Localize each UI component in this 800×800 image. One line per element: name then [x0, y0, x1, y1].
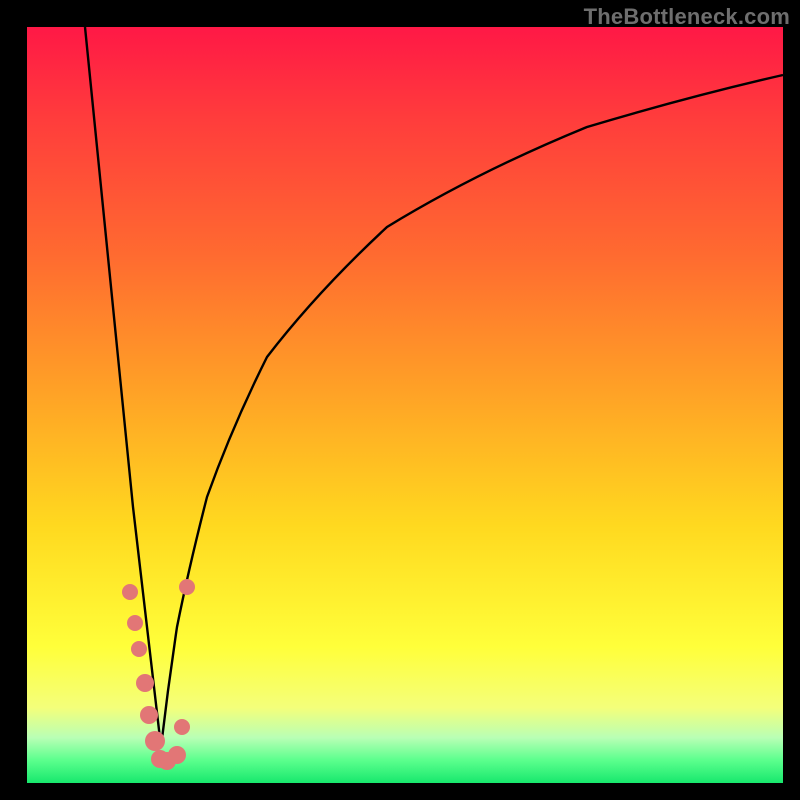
data-dot — [140, 706, 158, 724]
watermark-text: TheBottleneck.com — [584, 4, 790, 30]
right-branch — [161, 75, 783, 747]
data-dot — [174, 719, 190, 735]
data-dot — [127, 615, 143, 631]
chart-frame: TheBottleneck.com — [0, 0, 800, 800]
curve-layer — [27, 27, 783, 783]
data-dot — [145, 731, 165, 751]
data-dot — [122, 584, 138, 600]
left-branch — [85, 27, 161, 747]
data-dot — [168, 746, 186, 764]
data-dot — [131, 641, 147, 657]
data-dot — [136, 674, 154, 692]
data-dot — [179, 579, 195, 595]
plot-area — [27, 27, 783, 783]
